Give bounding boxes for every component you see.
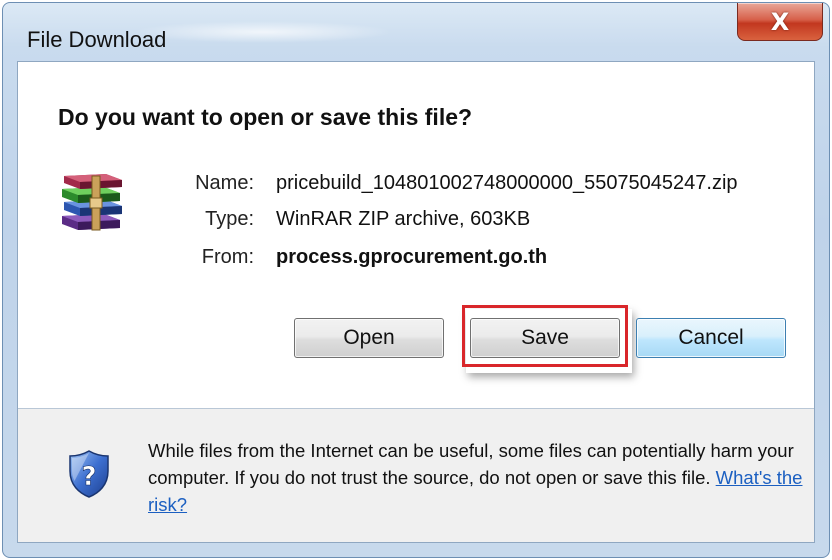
file-name: pricebuild_104801002748000000_5507504524…	[276, 172, 738, 194]
file-download-dialog: File Download X Do you want to open or s…	[2, 2, 830, 558]
cancel-button[interactable]: Cancel	[636, 318, 786, 358]
type-label: Type:	[205, 208, 254, 230]
dialog-question: Do you want to open or save this file?	[58, 104, 473, 130]
close-button[interactable]: X	[737, 3, 823, 41]
shield-question-icon: ?	[69, 450, 109, 498]
dialog-title: File Download	[27, 27, 167, 52]
title-bar[interactable]: File Download X	[3, 3, 829, 61]
title-glass-glow	[133, 21, 393, 43]
save-button[interactable]: Save	[470, 318, 620, 358]
file-type: WinRAR ZIP archive, 603KB	[276, 208, 531, 230]
open-button[interactable]: Open	[294, 318, 444, 358]
from-label: From:	[201, 246, 254, 268]
security-warning: While files from the Internet can be use…	[148, 437, 808, 518]
close-icon: X	[770, 7, 790, 36]
security-footer: ? While files from the Internet can be u…	[18, 409, 814, 542]
warning-text: While files from the Internet can be use…	[148, 440, 794, 488]
name-label: Name:	[195, 172, 254, 194]
dialog-body: Do you want to open or save this file? N…	[17, 61, 815, 543]
file-source: process.gprocurement.go.th	[276, 246, 548, 268]
svg-text:?: ?	[81, 462, 96, 492]
